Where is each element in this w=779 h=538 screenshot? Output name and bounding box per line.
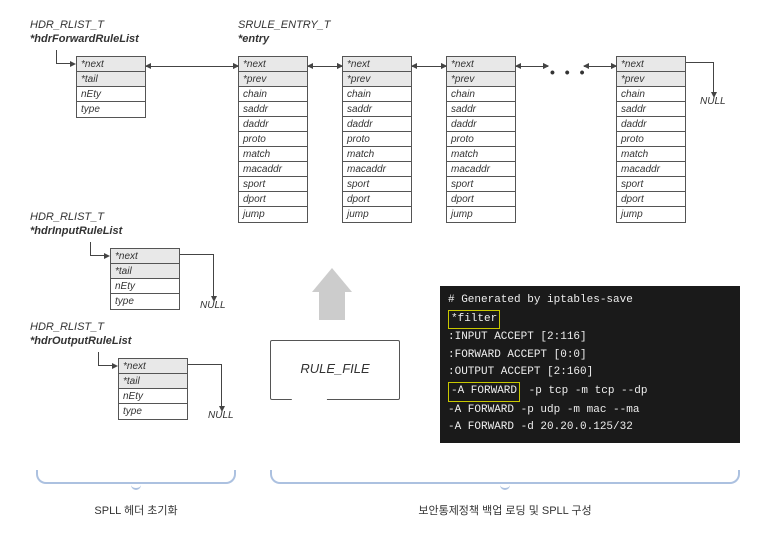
null-last: NULL xyxy=(700,96,726,107)
ellipsis: • • • xyxy=(550,64,587,80)
terminal-output: # Generated by iptables-save *filter :IN… xyxy=(440,286,740,443)
headbox-output: *next *tail nEty type xyxy=(118,358,188,420)
link-e3-dots xyxy=(516,66,548,67)
brace-right-label: 보안통제정책 백업 로딩 및 SPLL 구성 xyxy=(270,502,740,518)
brace-left xyxy=(36,470,236,484)
rule-file-box: RULE_FILE xyxy=(270,340,400,400)
label-hdr-output: HDR_RLIST_T *hdrOutputRuleList xyxy=(30,320,131,349)
entry-box-2: *next *prev chain saddr daddr proto matc… xyxy=(342,56,412,223)
field-nety: nEty xyxy=(77,87,145,102)
field-type: type xyxy=(77,102,145,117)
term-line: -A FORWARD -p tcp -m tcp --dp xyxy=(448,382,732,402)
link-forward-e1 xyxy=(146,66,238,67)
hook-input xyxy=(90,242,104,256)
entry-box-3: *next *prev chain saddr daddr proto matc… xyxy=(446,56,516,223)
term-line: -A FORWARD -p udp -m mac --ma xyxy=(448,402,732,420)
term-line: *filter xyxy=(448,310,732,330)
brace-right xyxy=(270,470,740,484)
brace-left-label: SPLL 헤더 초기화 xyxy=(36,502,236,518)
headbox-input: *next *tail nEty type xyxy=(110,248,180,310)
hook-output xyxy=(98,352,112,366)
term-line: :INPUT ACCEPT [2:116] xyxy=(448,329,732,347)
label-hdr-input: HDR_RLIST_T *hdrInputRuleList xyxy=(30,210,122,239)
null-connect-output xyxy=(188,364,222,406)
label-srule-entry: SRULE_ENTRY_T *entry xyxy=(238,18,331,47)
link-e2-e3 xyxy=(412,66,446,67)
entry-box-last: *next *prev chain saddr daddr proto matc… xyxy=(616,56,686,223)
term-line: -A FORWARD -d 20.20.0.125/32 xyxy=(448,419,732,437)
term-line: :FORWARD ACCEPT [0:0] xyxy=(448,347,732,365)
headbox-forward: *next *tail nEty type xyxy=(76,56,146,118)
null-output: NULL xyxy=(208,410,234,421)
term-line: :OUTPUT ACCEPT [2:160] xyxy=(448,364,732,382)
link-dots-elast xyxy=(584,66,616,67)
null-connect-last xyxy=(686,62,714,92)
link-e1-e2 xyxy=(308,66,342,67)
field-tail: *tail xyxy=(77,72,145,87)
entry-box-1: *next *prev chain saddr daddr proto matc… xyxy=(238,56,308,223)
null-connect-input xyxy=(180,254,214,296)
term-line: # Generated by iptables-save xyxy=(448,292,732,310)
label-hdr-forward: HDR_RLIST_T *hdrForwardRuleList xyxy=(30,18,139,47)
field-next: *next xyxy=(77,57,145,72)
null-input: NULL xyxy=(200,300,226,311)
hook-forward xyxy=(56,50,70,64)
